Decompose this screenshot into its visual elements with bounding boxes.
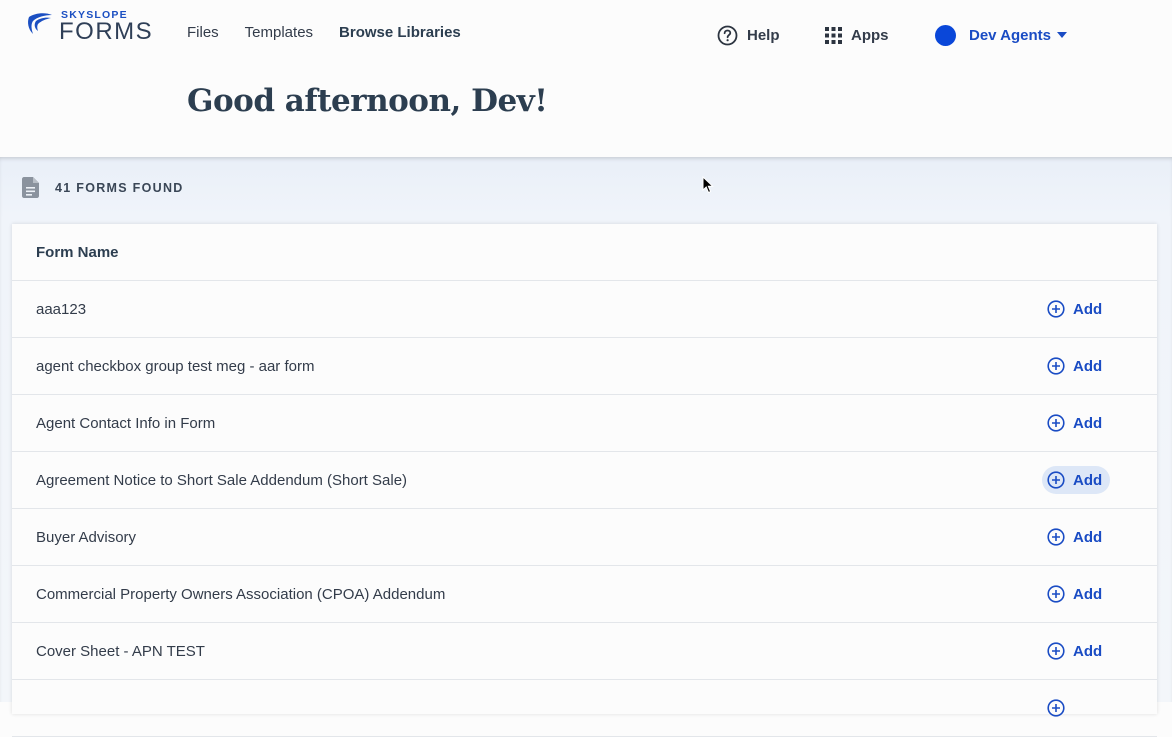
add-form-button[interactable]: Add [1042, 352, 1110, 380]
forms-table: Form Name aaa123 Add agent checkbox grou… [12, 224, 1157, 737]
add-form-button[interactable]: Add [1042, 637, 1110, 665]
table-row[interactable]: Commercial Property Owners Association (… [12, 566, 1157, 623]
add-form-button[interactable]: Add [1042, 295, 1110, 323]
form-name: agent checkbox group test meg - aar form [36, 357, 315, 375]
column-header-form-name[interactable]: Form Name [12, 224, 1157, 281]
grid-icon [825, 26, 842, 44]
add-form-button[interactable]: Add [1042, 409, 1110, 437]
add-label: Add [1073, 471, 1103, 489]
form-name: Cover Sheet - APN TEST [36, 642, 205, 660]
table-row[interactable]: aaa123 Add [12, 281, 1157, 338]
form-name: Commercial Property Owners Association (… [36, 585, 446, 603]
main-nav: Files Templates Browse Libraries [187, 24, 487, 42]
user-menu[interactable]: Dev Agents [935, 24, 1067, 46]
results-count: 41 FORMS FOUND [22, 177, 184, 198]
plus-circle-icon [1047, 300, 1065, 318]
user-name: Dev Agents [969, 26, 1051, 44]
avatar [935, 24, 956, 46]
skyslope-forms-logo[interactable]: SKYSLOPE FORMS [27, 9, 152, 45]
form-name: Agent Contact Info in Form [36, 414, 216, 432]
help-label: Help [747, 26, 780, 44]
apps-menu[interactable]: Apps [825, 24, 889, 46]
add-form-button[interactable]: Add [1042, 580, 1110, 608]
mouse-pointer-icon [702, 176, 714, 194]
question-circle-icon [717, 25, 738, 45]
plus-circle-icon [1047, 528, 1065, 546]
table-row[interactable]: Agreement Notice to Short Sale Addendum … [12, 452, 1157, 509]
plus-circle-icon [1047, 585, 1065, 603]
table-row[interactable]: agent checkbox group test meg - aar form… [12, 338, 1157, 395]
document-icon [22, 177, 39, 198]
form-name: aaa123 [36, 300, 87, 318]
add-label: Add [1073, 642, 1103, 660]
form-name: Buyer Advisory [36, 528, 137, 546]
page-greeting: Good afternoon, Dev! [187, 83, 548, 119]
table-row[interactable] [12, 680, 1157, 737]
logo-product-text: FORMS [59, 18, 154, 45]
table-row[interactable]: Agent Contact Info in Form Add [12, 395, 1157, 452]
add-label: Add [1073, 528, 1103, 546]
form-name: Agreement Notice to Short Sale Addendum … [36, 471, 408, 489]
nav-files[interactable]: Files [187, 24, 219, 42]
add-label: Add [1073, 300, 1103, 318]
chevron-down-icon [1056, 32, 1067, 38]
skyslope-swoosh-icon [28, 13, 52, 34]
add-form-button[interactable] [1042, 694, 1073, 722]
table-row[interactable]: Cover Sheet - APN TEST Add [12, 623, 1157, 680]
apps-label: Apps [851, 26, 889, 44]
top-header: SKYSLOPE FORMS Files Templates Browse Li… [0, 0, 1172, 157]
table-row[interactable]: Buyer Advisory Add [12, 509, 1157, 566]
plus-circle-icon [1047, 642, 1065, 660]
help-link[interactable]: Help [717, 24, 780, 46]
nav-templates[interactable]: Templates [245, 24, 313, 42]
plus-circle-icon [1047, 357, 1065, 375]
add-form-button[interactable]: Add [1042, 523, 1110, 551]
add-form-button[interactable]: Add [1042, 466, 1111, 494]
plus-circle-icon [1047, 471, 1065, 489]
add-label: Add [1073, 357, 1103, 375]
results-count-text: 41 FORMS FOUND [55, 180, 184, 195]
add-label: Add [1073, 414, 1103, 432]
add-label: Add [1073, 585, 1103, 603]
plus-circle-icon [1047, 414, 1065, 432]
nav-browse-libraries[interactable]: Browse Libraries [339, 24, 461, 42]
